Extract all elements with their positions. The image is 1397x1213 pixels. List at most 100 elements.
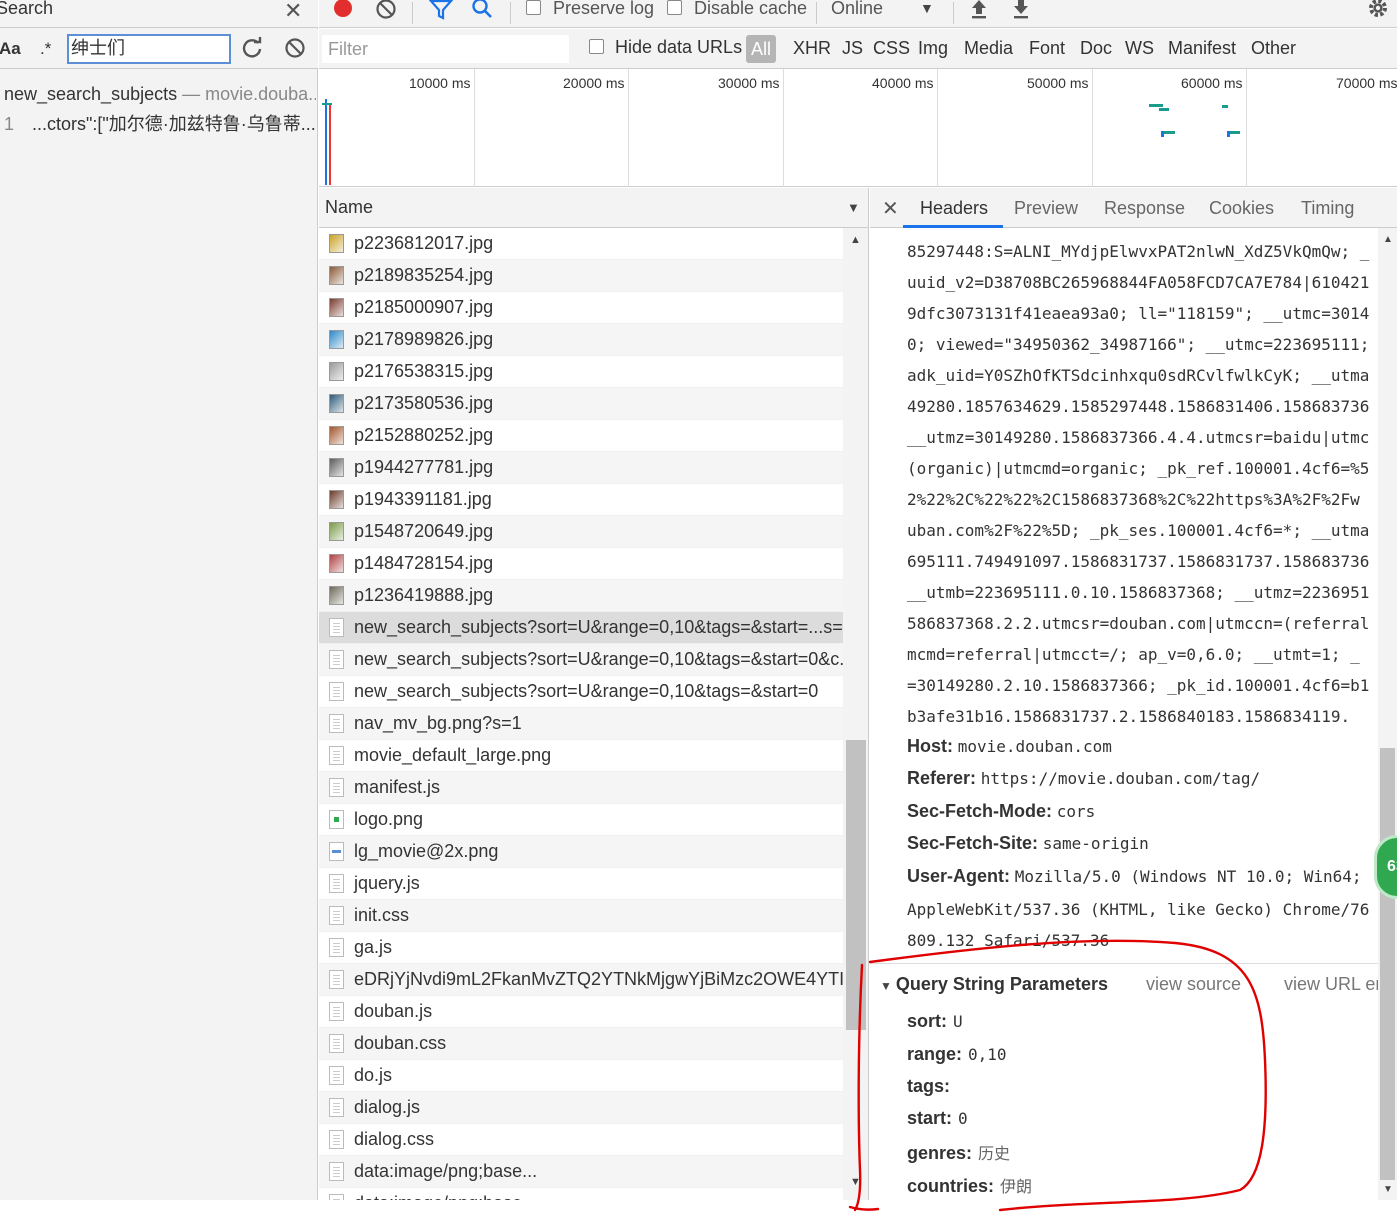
- close-search-icon[interactable]: ✕: [284, 0, 302, 24]
- record-icon[interactable]: [332, 0, 354, 20]
- close-detail-icon[interactable]: ✕: [882, 196, 899, 221]
- cookie-value-line: __utmz=30149280.1586837366.4.4.utmcsr=ba…: [907, 428, 1370, 447]
- name-column-header[interactable]: Name: [325, 197, 373, 218]
- regex-toggle[interactable]: .*: [40, 39, 51, 59]
- search-result-file[interactable]: new_search_subjects — movie.douba...: [4, 84, 316, 105]
- type-filter-font[interactable]: Font: [1029, 38, 1065, 59]
- request-row[interactable]: p2178989826.jpg: [319, 324, 843, 356]
- request-row[interactable]: data:image/png;base...: [319, 1188, 843, 1200]
- request-row[interactable]: douban.js: [319, 996, 843, 1028]
- type-filter-xhr[interactable]: XHR: [793, 38, 831, 59]
- request-row[interactable]: dialog.css: [319, 1124, 843, 1156]
- search-result-snippet: ...ctors":["加尔德·加兹特鲁·乌鲁蒂...: [32, 114, 316, 134]
- tab-headers[interactable]: Headers: [920, 198, 988, 219]
- throttling-select[interactable]: Online: [831, 0, 883, 19]
- type-filter-other[interactable]: Other: [1251, 38, 1296, 59]
- request-row[interactable]: p1484728154.jpg: [319, 548, 843, 580]
- scrollbar-thumb[interactable]: [1380, 748, 1395, 1180]
- bottom-edge: [0, 1200, 1397, 1213]
- scroll-up-arrow-icon[interactable]: ▲: [1383, 234, 1393, 245]
- request-row[interactable]: new_search_subjects?sort=U&range=0,10&ta…: [319, 644, 843, 676]
- scroll-up-arrow-icon[interactable]: ▲: [850, 234, 861, 246]
- request-row[interactable]: p2185000907.jpg: [319, 292, 843, 324]
- image-thumbnail-icon: [329, 330, 344, 349]
- type-filter-media[interactable]: Media: [964, 38, 1013, 59]
- query-string-parameters-toggle[interactable]: ▼ Query String Parameters: [880, 974, 1108, 995]
- tab-timing[interactable]: Timing: [1301, 198, 1354, 219]
- settings-gear-icon[interactable]: [1367, 0, 1389, 19]
- clear-search-icon[interactable]: [284, 37, 306, 59]
- request-row[interactable]: p2236812017.jpg: [319, 228, 843, 260]
- request-row[interactable]: new_search_subjects?sort=U&range=0,10&ta…: [319, 676, 843, 708]
- filter-input[interactable]: Filter: [322, 35, 569, 63]
- clear-log-icon[interactable]: [375, 0, 397, 21]
- import-har-icon[interactable]: [969, 0, 989, 20]
- request-row[interactable]: do.js: [319, 1060, 843, 1092]
- hide-data-urls-checkbox[interactable]: [589, 39, 604, 54]
- request-row[interactable]: manifest.js: [319, 772, 843, 804]
- header-value: https://movie.douban.com/tag/: [980, 769, 1261, 788]
- type-filter-all[interactable]: All: [746, 35, 776, 63]
- type-filter-img[interactable]: Img: [918, 38, 948, 59]
- overview-marker-red: [329, 103, 331, 185]
- type-filter-manifest[interactable]: Manifest: [1168, 38, 1236, 59]
- scrollbar-thumb[interactable]: [846, 740, 866, 1030]
- request-row[interactable]: p2173580536.jpg: [319, 388, 843, 420]
- type-filter-js[interactable]: JS: [842, 38, 863, 59]
- request-row[interactable]: p1236419888.jpg: [319, 580, 843, 612]
- request-row[interactable]: init.css: [319, 900, 843, 932]
- search-header: Search ✕: [0, 0, 318, 28]
- overview-tick-label: 10000 ms: [409, 75, 471, 91]
- request-row[interactable]: dialog.js: [319, 1092, 843, 1124]
- request-row[interactable]: new_search_subjects?sort=U&range=0,10&ta…: [319, 612, 843, 644]
- request-row[interactable]: jquery.js: [319, 868, 843, 900]
- request-row[interactable]: p1944277781.jpg: [319, 452, 843, 484]
- match-case-toggle[interactable]: Aa: [0, 39, 21, 59]
- sort-arrow-icon[interactable]: ▼: [847, 200, 860, 215]
- request-row[interactable]: lg_movie@2x.png: [319, 836, 843, 868]
- request-row[interactable]: nav_mv_bg.png?s=1: [319, 708, 843, 740]
- view-source-link[interactable]: view source: [1146, 974, 1241, 995]
- request-name: p1944277781.jpg: [354, 457, 494, 477]
- chevron-down-icon[interactable]: ▼: [920, 0, 934, 16]
- tab-cookies[interactable]: Cookies: [1209, 198, 1274, 219]
- request-row[interactable]: logo.png: [319, 804, 843, 836]
- request-row[interactable]: p2176538315.jpg: [319, 356, 843, 388]
- request-row[interactable]: douban.css: [319, 1028, 843, 1060]
- type-filter-ws[interactable]: WS: [1125, 38, 1154, 59]
- search-input[interactable]: 绅士们: [67, 34, 231, 64]
- export-har-icon[interactable]: [1011, 0, 1031, 20]
- floating-counter-badge[interactable]: 63: [1374, 835, 1397, 899]
- document-file-icon: [329, 1066, 344, 1085]
- header-value: movie.douban.com: [957, 737, 1112, 756]
- request-row[interactable]: p1548720649.jpg: [319, 516, 843, 548]
- timeline-overview[interactable]: 10000 ms 20000 ms 30000 ms 40000 ms 5000…: [319, 69, 1397, 187]
- scroll-down-arrow-icon[interactable]: ▼: [850, 1176, 861, 1188]
- scroll-down-arrow-icon[interactable]: ▼: [1383, 1184, 1393, 1195]
- search-icon[interactable]: [471, 0, 493, 20]
- request-row[interactable]: ga.js: [319, 932, 843, 964]
- cookie-value-line: 586837368.2.2.utmcsr=douban.com|utmccn=(…: [907, 614, 1370, 633]
- header-sec-fetch-site: Sec-Fetch-Site: same-origin: [907, 833, 1149, 854]
- request-name: movie_default_large.png: [354, 745, 552, 765]
- search-result-line[interactable]: 1 ...ctors":["加尔德·加兹特鲁·乌鲁蒂...: [4, 110, 316, 136]
- filter-icon[interactable]: [429, 0, 453, 21]
- detail-scrollbar[interactable]: ▲ ▼: [1378, 228, 1397, 1200]
- request-row[interactable]: p1943391181.jpg: [319, 484, 843, 516]
- request-name: init.css: [354, 905, 410, 925]
- preserve-log-checkbox[interactable]: [526, 0, 541, 15]
- type-filter-css[interactable]: CSS: [873, 38, 910, 59]
- disable-cache-checkbox[interactable]: [667, 0, 682, 15]
- tab-preview[interactable]: Preview: [1014, 198, 1078, 219]
- request-row[interactable]: eDRjYjNvdi9mL2FkanMvZTQ2YTNkMjgwYjBiMzc2…: [319, 964, 843, 996]
- request-list-scrollbar[interactable]: ▲ ▼: [843, 228, 869, 1200]
- request-row[interactable]: movie_default_large.png: [319, 740, 843, 772]
- type-filter-doc[interactable]: Doc: [1080, 38, 1112, 59]
- request-row[interactable]: data:image/png;base...: [319, 1156, 843, 1188]
- refresh-icon[interactable]: [241, 37, 263, 59]
- request-row[interactable]: p2152880252.jpg: [319, 420, 843, 452]
- view-url-encoded-link[interactable]: view URL er: [1284, 974, 1378, 995]
- param-range: range: 0,10: [907, 1044, 1007, 1065]
- request-row[interactable]: p2189835254.jpg: [319, 260, 843, 292]
- tab-response[interactable]: Response: [1104, 198, 1185, 219]
